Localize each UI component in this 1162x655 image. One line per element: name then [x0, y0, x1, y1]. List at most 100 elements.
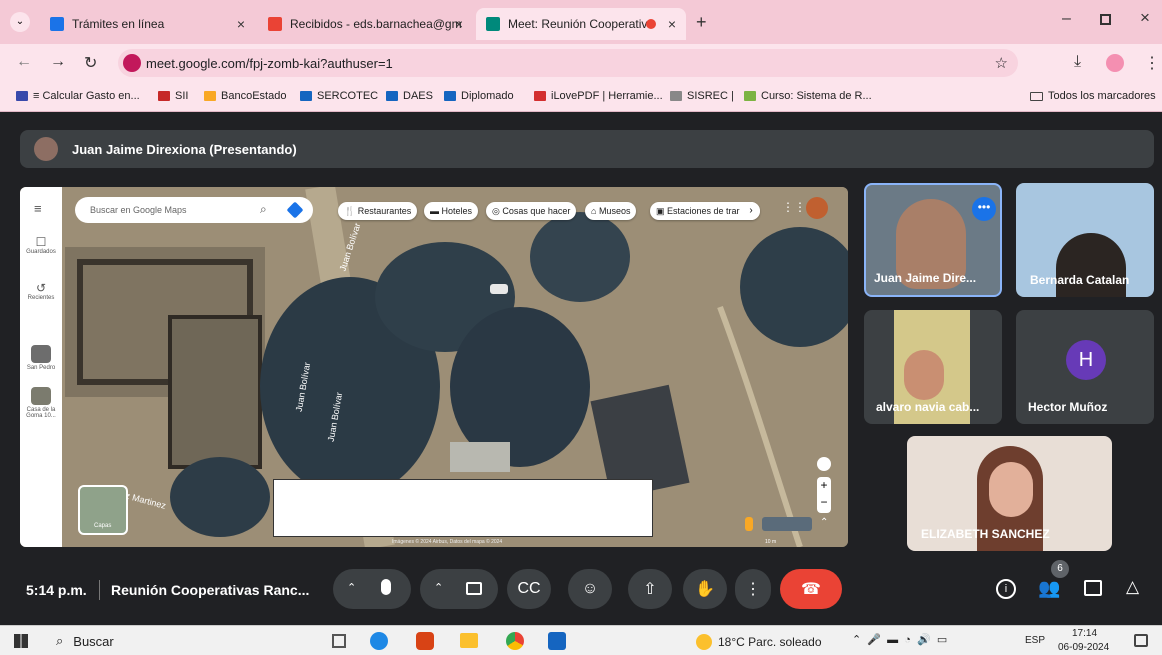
- participant-tile[interactable]: alvaro navia cab...: [864, 310, 1002, 424]
- location-button[interactable]: [817, 457, 831, 471]
- participant-tile[interactable]: Bernarda Catalan: [1016, 183, 1154, 297]
- tab-gmail[interactable]: Recibidos - eds.barnachea@gm ×: [258, 8, 473, 40]
- all-bookmarks-button[interactable]: Todos los marcadores: [1030, 90, 1156, 102]
- browser-tab-strip: ⌄ Trámites en línea × Recibidos - eds.ba…: [0, 0, 1162, 44]
- windows-taskbar: ⌕ Buscar 18°C Parc. soleado ⌃ 🎤 ▬ ◔ 🔊 ▭ E…: [0, 625, 1162, 655]
- bookmark-sii[interactable]: SII: [158, 90, 188, 102]
- transit-icon: ▣: [656, 205, 668, 216]
- tray-icons[interactable]: ⌃ 🎤 ▬ ◔ 🔊 ▭: [852, 633, 947, 646]
- info-icon[interactable]: i: [996, 579, 1016, 599]
- maps-search-input[interactable]: Buscar en Google Maps: [90, 205, 187, 215]
- word-icon[interactable]: [548, 632, 566, 650]
- task-view-icon[interactable]: [332, 634, 346, 648]
- redaction-box: [273, 479, 653, 537]
- chip-cosas[interactable]: ◎ Cosas que hacer: [486, 202, 577, 220]
- raise-hand-button[interactable]: ✋: [683, 569, 727, 609]
- participant-tile[interactable]: ELIZABETH SANCHEZ: [907, 436, 1112, 551]
- maps-search-box[interactable]: Buscar en Google Maps ⌕: [75, 197, 313, 223]
- powerpoint-icon[interactable]: [416, 632, 434, 650]
- menu-icon[interactable]: ⋮: [1144, 53, 1160, 73]
- bookmark-calcular[interactable]: ≡ Calcular Gasto en...: [16, 90, 140, 102]
- collapse-icon[interactable]: ⌃: [820, 517, 828, 528]
- download-icon[interactable]: ⤓: [1074, 53, 1081, 71]
- close-icon[interactable]: ×: [668, 16, 676, 32]
- bookmark-daes[interactable]: DAES: [386, 90, 433, 102]
- chip-restaurantes[interactable]: 🍴 Restaurantes: [338, 202, 418, 220]
- bookmark-sisrec[interactable]: SISREC |: [670, 90, 734, 102]
- close-icon[interactable]: ×: [455, 16, 463, 32]
- tab-title: Recibidos - eds.barnachea@gm: [290, 17, 462, 31]
- recent-item[interactable]: ↺ Recientes: [20, 281, 62, 301]
- chip-scroll-right[interactable]: ›: [742, 202, 760, 220]
- forward-icon[interactable]: →: [50, 53, 66, 71]
- camera-icon[interactable]: [466, 582, 482, 595]
- tab-meet[interactable]: Meet: Reunión Cooperativa ×: [476, 8, 686, 40]
- participant-name: Hector Muñoz: [1028, 400, 1108, 414]
- presenter-bar: Juan Jaime Direxiona (Presentando): [20, 130, 1154, 168]
- new-tab-button[interactable]: +: [696, 12, 707, 33]
- place-san-pedro[interactable]: San Pedro: [20, 345, 62, 371]
- tab-tramites[interactable]: Trámites en línea ×: [40, 8, 255, 40]
- star-icon[interactable]: ☆: [995, 54, 1008, 72]
- windows-start-icon[interactable]: [14, 634, 28, 648]
- end-call-button[interactable]: ☎: [780, 569, 842, 609]
- place-thumb-icon: [31, 345, 51, 363]
- participant-tile[interactable]: ••• Juan Jaime Dire...: [864, 183, 1002, 297]
- chat-icon[interactable]: [1084, 580, 1102, 596]
- zoom-in-button[interactable]: +: [817, 477, 831, 494]
- maps-account-avatar[interactable]: [806, 197, 828, 219]
- place-casa-goma[interactable]: Casa de la Goma 10...: [20, 387, 62, 419]
- apps-icon[interactable]: ⋮⋮: [782, 200, 806, 214]
- clock-date[interactable]: 06-09-2024: [1058, 642, 1109, 653]
- bookmark-diplomado[interactable]: Diplomado: [444, 90, 514, 102]
- directions-icon[interactable]: [286, 201, 304, 219]
- site-info-icon[interactable]: [123, 54, 141, 72]
- close-icon[interactable]: ×: [237, 16, 245, 32]
- restore-icon[interactable]: [1100, 14, 1111, 25]
- camera-options-icon[interactable]: ⌃: [434, 581, 443, 594]
- minimize-icon[interactable]: –: [1062, 10, 1071, 28]
- chip-hoteles[interactable]: ▬ Hoteles: [424, 202, 479, 220]
- bookmark-curso[interactable]: Curso: Sistema de R...: [744, 90, 872, 102]
- language-indicator[interactable]: ESP: [1025, 635, 1045, 646]
- zoom-control: + −: [817, 477, 831, 513]
- zoom-out-button[interactable]: −: [817, 494, 831, 511]
- back-icon[interactable]: ←: [16, 53, 32, 71]
- activities-icon[interactable]: △: [1126, 577, 1139, 597]
- notifications-icon[interactable]: [1134, 634, 1148, 647]
- meeting-control-bar: 5:14 p.m. Reunión Cooperativas Ranc... ⌃…: [0, 560, 1162, 622]
- chip-museos[interactable]: ⌂ Museos: [585, 202, 637, 220]
- mic-group: ⌃: [333, 569, 411, 609]
- window-close-icon[interactable]: ×: [1140, 8, 1150, 28]
- reload-icon[interactable]: ↻: [84, 53, 97, 73]
- emoji-button[interactable]: ☺: [568, 569, 612, 609]
- map-type-bar[interactable]: [762, 517, 812, 531]
- captions-button[interactable]: CC: [507, 569, 551, 609]
- saved-item[interactable]: ☐ Guardados: [20, 235, 62, 255]
- weather-widget[interactable]: 18°C Parc. soleado: [696, 634, 822, 650]
- url-field[interactable]: meet.google.com/fpj-zomb-kai?authuser=1 …: [118, 49, 1018, 77]
- chrome-icon[interactable]: [506, 632, 524, 650]
- participant-tile[interactable]: H Hector Muñoz: [1016, 310, 1154, 424]
- pegman-icon[interactable]: [745, 517, 753, 531]
- more-options-button[interactable]: ⋮: [735, 569, 771, 609]
- more-options-icon[interactable]: •••: [972, 197, 996, 221]
- bookmark-sercotec[interactable]: SERCOTEC: [300, 90, 378, 102]
- edge-icon[interactable]: [370, 632, 388, 650]
- search-icon[interactable]: ⌕: [260, 202, 267, 217]
- present-button[interactable]: ⇧: [628, 569, 672, 609]
- hamburger-icon[interactable]: ≡: [34, 201, 42, 216]
- people-icon[interactable]: 👥: [1038, 578, 1060, 599]
- clock-time[interactable]: 17:14: [1072, 628, 1097, 639]
- tab-title: Meet: Reunión Cooperativa: [508, 17, 655, 31]
- participant-avatar: H: [1066, 340, 1106, 380]
- layers-button[interactable]: Capas: [78, 485, 128, 535]
- tab-search-button[interactable]: ⌄: [10, 12, 30, 32]
- bookmark-bancoestado[interactable]: BancoEstado: [204, 90, 286, 102]
- file-explorer-icon[interactable]: [460, 633, 478, 648]
- mic-options-icon[interactable]: ⌃: [347, 581, 356, 594]
- bookmark-ilovepdf[interactable]: iLovePDF | Herramie...: [534, 90, 663, 102]
- microphone-icon[interactable]: [381, 579, 391, 595]
- profile-avatar[interactable]: [1106, 54, 1124, 72]
- taskbar-search[interactable]: ⌕ Buscar: [56, 633, 114, 649]
